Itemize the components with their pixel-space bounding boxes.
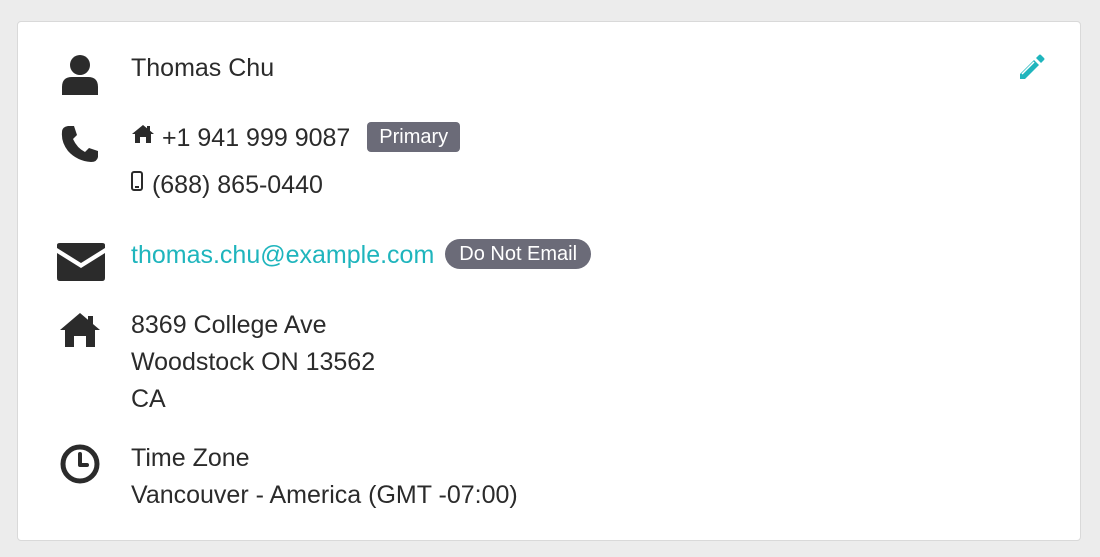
phone-number-primary[interactable]: +1 941 999 9087 (162, 124, 350, 152)
address-line-3: CA (131, 385, 166, 413)
phone-row-primary: +1 941 999 9087 Primary (131, 118, 461, 158)
envelope-icon (55, 240, 107, 284)
edit-contact-button[interactable] (1016, 52, 1046, 82)
house-icon (58, 310, 102, 350)
phone-number-mobile[interactable]: (688) 865-0440 (152, 171, 323, 199)
contact-card: Thomas Chu +1 941 999 9087 Primary (688)… (17, 21, 1081, 541)
phone-icon (58, 122, 102, 166)
address-line-1: 8369 College Ave (131, 311, 327, 339)
email-row: thomas.chu@example.com Do Not Email (131, 237, 592, 274)
person-icon (58, 52, 102, 96)
clock-icon (58, 442, 102, 486)
address-line-2: Woodstock ON 13562 (131, 348, 376, 376)
mobile-phone-icon (131, 165, 143, 202)
contact-name: Thomas Chu (131, 54, 275, 82)
home-icon (131, 118, 155, 155)
timezone-value: Vancouver - America (GMT -07:00) (131, 481, 518, 509)
pencil-icon (1016, 54, 1046, 86)
primary-badge: Primary (367, 122, 461, 153)
timezone-label: Time Zone (131, 444, 250, 472)
do-not-email-badge: Do Not Email (445, 239, 592, 270)
phone-row-mobile: (688) 865-0440 (131, 167, 323, 205)
email-link[interactable]: thomas.chu@example.com (131, 241, 434, 269)
